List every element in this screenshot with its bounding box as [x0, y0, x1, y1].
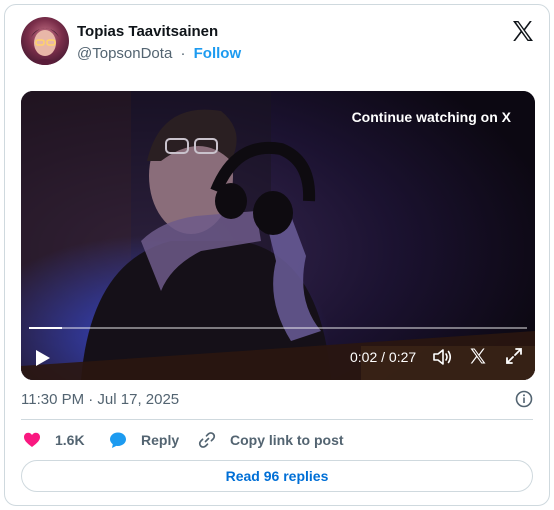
video-frame: [21, 91, 535, 380]
info-icon[interactable]: [515, 390, 533, 408]
read-replies-button[interactable]: Read 96 replies: [21, 460, 533, 492]
author-handle-row: @TopsonDota · Follow: [77, 45, 241, 62]
like-button[interactable]: 1.6K: [23, 430, 85, 450]
video-player[interactable]: Continue watching on X 0:02 / 0:27: [21, 91, 535, 380]
separator-dot: ·: [180, 45, 186, 62]
divider: [21, 419, 533, 420]
video-time: 0:02 / 0:27: [350, 349, 417, 365]
like-count: 1.6K: [55, 432, 85, 448]
copy-link-label: Copy link to post: [230, 432, 344, 448]
reply-label: Reply: [141, 432, 180, 448]
avatar-image: [29, 28, 61, 65]
x-logo-icon[interactable]: [511, 19, 535, 43]
video-progress-fill: [29, 327, 63, 329]
volume-icon[interactable]: [432, 347, 452, 367]
follow-link[interactable]: Follow: [194, 45, 242, 62]
fullscreen-icon[interactable]: [505, 347, 523, 365]
reply-bubble-icon: [110, 432, 126, 448]
reply-button[interactable]: Reply: [109, 430, 179, 450]
avatar[interactable]: [21, 17, 69, 65]
embedded-post-card: Topias Taavitsainen @TopsonDota · Follow: [4, 4, 550, 506]
link-icon: [198, 432, 216, 448]
copy-link-button[interactable]: Copy link to post: [198, 430, 344, 450]
heart-icon: [24, 432, 40, 447]
author-name[interactable]: Topias Taavitsainen: [77, 23, 218, 40]
x-icon[interactable]: [469, 347, 487, 365]
continue-watching-link[interactable]: Continue watching on X: [352, 109, 511, 125]
play-icon[interactable]: [35, 349, 51, 367]
author-handle[interactable]: @TopsonDota: [77, 45, 172, 62]
post-timestamp[interactable]: 11:30 PM · Jul 17, 2025: [21, 391, 179, 408]
video-progress-bar[interactable]: [29, 327, 527, 329]
